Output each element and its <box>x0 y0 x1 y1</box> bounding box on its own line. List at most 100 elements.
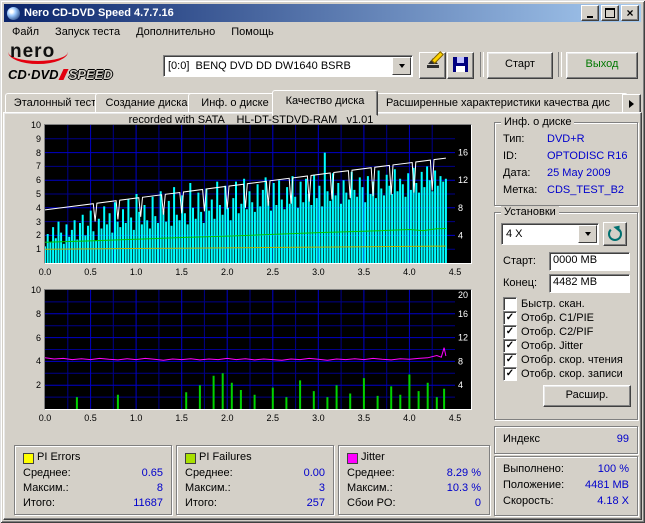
disc-info-group: Инф. о диске Тип:DVD+R ID:OPTODISC R16 Д… <box>494 122 638 206</box>
svg-text:8: 8 <box>458 203 463 213</box>
x-tick-label: 0.5 <box>84 413 97 423</box>
y-tick-label: 6 <box>21 333 41 343</box>
disc-date-value: 25 May 2009 <box>547 167 611 179</box>
end-position-label: Конец: <box>503 277 537 289</box>
cdspeed-logo-speed: SPEED <box>69 67 113 82</box>
speed-select-value: 4 X <box>502 228 578 240</box>
checkbox-show-c1-pie[interactable]: ✓Отобр. C1/PIE <box>503 311 594 324</box>
x-tick-label: 0.0 <box>39 413 52 423</box>
jitter-color-swatch <box>347 453 358 464</box>
y-tick-label: 1 <box>21 244 41 254</box>
end-position-input[interactable]: 4482 MB <box>549 274 630 293</box>
refresh-button[interactable] <box>603 222 627 246</box>
index-group: Индекс99 <box>494 426 638 454</box>
drive-selector-dropdown-button[interactable] <box>392 57 411 75</box>
checkbox-fast-scan[interactable]: Быстр. скан. <box>503 297 585 310</box>
jitter-graph: 20161284 <box>44 289 472 410</box>
checkbox-show-c2-pif[interactable]: ✓Отобр. C2/PIF <box>503 325 593 338</box>
index-label: Индекс <box>503 433 540 445</box>
checkbox-box[interactable]: ✓ <box>503 311 517 325</box>
speed-select[interactable]: 4 X <box>501 223 599 245</box>
position-value: 4481 MB <box>585 479 629 491</box>
advanced-button[interactable]: Расшир. <box>543 385 631 407</box>
maximize-icon <box>605 8 615 18</box>
start-position-input[interactable]: 0000 MB <box>549 252 630 271</box>
checkbox-show-jitter[interactable]: ✓Отобр. Jitter <box>503 339 583 352</box>
pi-failures-title: PI Failures <box>199 451 252 463</box>
menu-run-test[interactable]: Запуск теста <box>47 24 128 40</box>
max-value: 10.3 % <box>447 482 481 494</box>
menu-extra[interactable]: Дополнительно <box>128 24 223 40</box>
chevron-down-icon <box>399 64 405 68</box>
app-icon <box>7 7 20 20</box>
y-tick-label: 10 <box>21 285 41 295</box>
menu-file[interactable]: Файл <box>4 24 47 40</box>
chevron-down-icon <box>585 232 591 236</box>
checkbox-show-read-speed[interactable]: ✓Отобр. скор. чтения <box>503 353 623 366</box>
tab-scroll-right-button[interactable] <box>622 94 641 114</box>
speed-value: 4.18 X <box>597 495 629 507</box>
cdspeed-logo-cd: CD·DVD <box>8 67 59 82</box>
max-value: 8 <box>157 482 163 494</box>
checkbox-box[interactable] <box>503 297 517 311</box>
checkbox-show-write-speed[interactable]: ✓Отобр. скор. записи <box>503 367 623 380</box>
checkbox-box[interactable]: ✓ <box>503 325 517 339</box>
close-button[interactable]: × <box>621 5 639 21</box>
pencil-icon <box>431 51 444 64</box>
tab-disc-info[interactable]: Инф. о диске <box>188 93 282 114</box>
pi-errors-color-swatch <box>23 453 34 464</box>
svg-text:20: 20 <box>458 290 468 300</box>
x-tick-label: 1.5 <box>175 267 188 277</box>
start-button[interactable]: Старт <box>487 52 553 79</box>
svg-text:16: 16 <box>458 148 468 158</box>
tab-advanced-quality[interactable]: Расширенные характеристики качества дис <box>368 93 628 114</box>
lightning-icon <box>58 69 68 80</box>
x-tick-label: 2.5 <box>267 413 280 423</box>
max-label: Максим.: <box>23 482 69 494</box>
checkbox-box[interactable]: ✓ <box>503 339 517 353</box>
save-button[interactable] <box>447 52 474 79</box>
tab-disc-quality[interactable]: Качество диска <box>272 90 378 116</box>
maximize-button[interactable] <box>601 5 619 21</box>
total-label: Итого: <box>185 497 217 509</box>
disc-type-label: Тип: <box>503 133 524 145</box>
svg-text:12: 12 <box>458 175 468 185</box>
avg-label: Среднее: <box>347 467 395 479</box>
start-position-label: Старт: <box>503 255 536 267</box>
minimize-button[interactable] <box>581 5 599 21</box>
disc-label-value: CDS_TEST_B2 <box>547 184 624 196</box>
settings-group: Установки 4 X Старт: 0000 MB Конец: 4482… <box>494 212 638 420</box>
x-tick-label: 1.0 <box>130 413 143 423</box>
checkbox-box[interactable]: ✓ <box>503 367 517 381</box>
y-tick-label: 5 <box>21 189 41 199</box>
pi-failures-panel: PI Failures Среднее:0.00 Максим.:3 Итого… <box>176 445 334 515</box>
tab-create-disc[interactable]: Создание диска <box>95 93 198 114</box>
checkbox-box[interactable]: ✓ <box>503 353 517 367</box>
y-tick-label: 2 <box>21 380 41 390</box>
x-tick-label: 4.0 <box>403 413 416 423</box>
avg-value: 0.00 <box>304 467 325 479</box>
refresh-icon <box>608 227 622 241</box>
menu-help[interactable]: Помощь <box>223 24 282 40</box>
avg-value: 8.29 % <box>447 467 481 479</box>
x-tick-label: 1.5 <box>175 413 188 423</box>
tab-benchmark[interactable]: Эталонный тест <box>5 93 105 114</box>
y-tick-label: 8 <box>21 309 41 319</box>
eject-button[interactable] <box>419 52 446 79</box>
drive-selector[interactable]: [0:0] BENQ DVD DD DW1640 BSRB <box>163 55 413 77</box>
pi-errors-panel: PI Errors Среднее:0.65 Максим.:8 Итого:1… <box>14 445 172 515</box>
toolbar-separator <box>558 52 562 77</box>
pi-errors-graph: 161284 <box>44 124 472 264</box>
speed-select-dropdown-button[interactable] <box>578 225 597 243</box>
x-tick-label: 2.0 <box>221 413 234 423</box>
total-value: 257 <box>307 497 325 509</box>
position-label: Положение: <box>503 479 564 491</box>
x-tick-label: 3.0 <box>312 267 325 277</box>
title-bar[interactable]: Nero CD-DVD Speed 4.7.7.16 × <box>4 4 641 22</box>
jitter-panel: Jitter Среднее:8.29 % Максим.:10.3 % Сбо… <box>338 445 490 515</box>
status-group: Выполнено:100 % Положение:4481 MB Скорос… <box>494 456 638 516</box>
disc-date-label: Дата: <box>503 167 530 179</box>
avg-label: Среднее: <box>23 467 71 479</box>
exit-button[interactable]: Выход <box>566 52 638 79</box>
y-tick-label: 2 <box>21 230 41 240</box>
